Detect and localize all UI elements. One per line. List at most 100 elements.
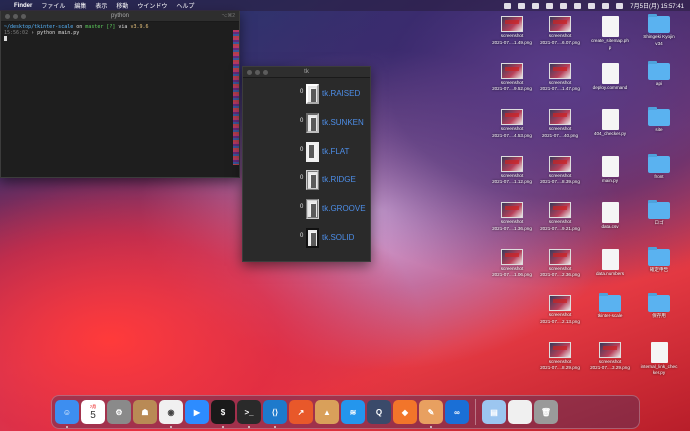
quicktime-icon[interactable]: Q	[367, 400, 391, 424]
desktop-icon[interactable]: screenshot 2021-07....8.39.png	[537, 155, 583, 185]
trash-icon[interactable]: 🗑	[534, 400, 558, 424]
menu-view[interactable]: 表示	[95, 1, 107, 10]
terminal-output[interactable]: ~/desktop/tkinter-scale on master [?] vi…	[1, 22, 239, 178]
desktop-icon[interactable]: screenshot 2021-07....9.21.png	[537, 202, 583, 231]
desktop-icon[interactable]: screenshot 2021-07....1.06.png	[489, 248, 535, 278]
desktop-icon[interactable]: create_sitemap.ph p	[587, 16, 633, 50]
desktop-icon[interactable]: 404_checker.py	[587, 109, 633, 137]
terminal-icon[interactable]: >_	[237, 400, 261, 428]
chrome-icon[interactable]: ◉	[159, 400, 183, 428]
iterm-icon[interactable]: $	[211, 400, 235, 428]
desktop-icon[interactable]: screenshot 2021-07....4.53.png	[489, 109, 535, 138]
desktop-icon[interactable]: data.csv	[587, 202, 633, 230]
close-button[interactable]	[5, 13, 10, 19]
desktop-icon[interactable]: screenshot 2021-07....2.13.png	[537, 295, 583, 324]
status-icon-2[interactable]	[518, 2, 526, 9]
system-preferences-icon[interactable]: ⚙	[107, 400, 131, 424]
menu-go[interactable]: 移動	[116, 1, 128, 10]
terminal-titlebar[interactable]: python ⌥⌘2	[1, 11, 239, 22]
wifi-icon[interactable]	[588, 2, 596, 9]
scale-slider-handle[interactable]	[311, 89, 316, 102]
menu-edit[interactable]: 編集	[74, 1, 86, 10]
pages-icon[interactable]: ✎	[419, 400, 443, 428]
document-icon[interactable]	[508, 400, 532, 424]
sourcetree-icon[interactable]: ◆	[393, 400, 417, 424]
search-icon[interactable]	[602, 2, 610, 9]
finder-icon[interactable]: ☺	[55, 400, 79, 428]
tk-titlebar[interactable]: tk	[243, 67, 370, 78]
docker-icon[interactable]: ≋	[341, 400, 365, 424]
desktop-icon[interactable]: data.numbers	[587, 248, 633, 277]
scale-slider-handle[interactable]	[309, 145, 314, 158]
activity-icon[interactable]: ↗	[289, 400, 313, 424]
desktop-icon[interactable]: screenshot 2021-07....2.36.png	[537, 248, 583, 278]
scale-solid[interactable]	[306, 228, 319, 248]
menu-window[interactable]: ウインドウ	[137, 1, 167, 10]
scale-flat[interactable]	[306, 142, 319, 162]
status-icon-1[interactable]	[504, 2, 512, 9]
scale-slider-handle[interactable]	[311, 233, 316, 246]
desktop-icon[interactable]: screenshot 2021-07....1.47.png	[537, 62, 583, 92]
desktop-icon[interactable]: 保存用	[636, 293, 682, 319]
desktop-icon[interactable]: front	[636, 153, 682, 180]
desktop-icon-label-line2: 2021-07....1.36.png	[492, 225, 532, 231]
contacts-icon[interactable]: ☗	[133, 400, 157, 424]
desktop-icon[interactable]: main.py	[587, 155, 633, 184]
preview-icon[interactable]: ▤	[482, 400, 506, 424]
desktop-icon[interactable]: internal_link_chec ker.py	[636, 341, 682, 376]
minimize-button[interactable]	[255, 69, 260, 75]
desktop-icon[interactable]: site	[636, 107, 682, 133]
menu-help[interactable]: ヘルプ	[176, 1, 194, 10]
remote-desktop-icon[interactable]: ∞	[445, 400, 469, 424]
zoom-button[interactable]	[21, 13, 26, 19]
desktop-icon[interactable]: screenshot 2021-07....1.49.png	[489, 16, 535, 45]
scale-slider-handle[interactable]	[311, 175, 316, 188]
desktop-icon[interactable]: screenshot 2021-07....40.png	[537, 109, 583, 138]
desktop-icon-label: screenshot	[548, 172, 572, 178]
minimize-button[interactable]	[13, 13, 18, 19]
calendar-icon[interactable]: 7月 5	[81, 400, 105, 424]
status-icon-3[interactable]	[532, 2, 540, 9]
desktop-icon[interactable]: screenshot 2021-07....3.29.png	[587, 341, 633, 371]
scale-slider-handle[interactable]	[311, 118, 316, 131]
desktop-icon[interactable]: Shingeki Kyojin v34	[636, 14, 682, 46]
control-center-icon[interactable]	[616, 2, 624, 9]
desktop-icon-label-line2: 2021-07....8.39.png	[540, 179, 580, 184]
image-thumbnail-icon	[549, 62, 571, 79]
battery-icon[interactable]	[574, 2, 582, 9]
desktop-icon-label-line2: ker.py	[652, 370, 666, 375]
scale-groove[interactable]	[306, 199, 319, 219]
zoom-icon[interactable]: ▶	[185, 400, 209, 424]
close-button[interactable]	[247, 69, 252, 75]
desktop-icon[interactable]: tkinter-scale	[587, 293, 633, 319]
desktop-icon[interactable]: ロゴ	[636, 200, 682, 226]
terminal-scrollbar[interactable]	[233, 30, 239, 165]
app-menu-finder[interactable]: Finder	[14, 3, 32, 9]
menu-file[interactable]: ファイル	[41, 1, 65, 10]
desktop-icon[interactable]: screenshot 2021-07....8.29.png	[537, 341, 583, 371]
transmit-icon[interactable]: ▲	[315, 400, 339, 424]
status-icon-4[interactable]	[546, 2, 554, 9]
running-indicator	[170, 426, 172, 428]
desktop-icon-label: screenshot	[500, 219, 524, 224]
desktop-icon[interactable]: screenshot 2021-07....1.36.png	[489, 202, 535, 231]
desktop-icon[interactable]: deploy.command	[587, 62, 633, 91]
scale-ridge[interactable]	[306, 170, 319, 190]
scale-slider-handle[interactable]	[311, 204, 316, 217]
vscode-icon[interactable]: ⟨⟩	[263, 400, 287, 428]
scale-raised[interactable]	[306, 84, 319, 104]
desktop-icon[interactable]: api	[636, 60, 682, 87]
desktop-icon-label: site	[655, 127, 663, 132]
zoom-button[interactable]	[263, 69, 268, 75]
desktop-icon[interactable]: screenshot 2021-07....9.52.png	[489, 62, 535, 92]
desktop-icon[interactable]: 確定申告	[636, 246, 682, 273]
terminal-shortcut: ⌥⌘2	[221, 13, 235, 19]
menu-bar: Finder ファイル 編集 表示 移動 ウインドウ ヘルプ 7月5日(月) 1…	[0, 0, 690, 11]
folder-icon	[648, 246, 670, 266]
desktop-icon[interactable]: screenshot 2021-07....1.12.png	[489, 155, 535, 185]
desktop-icon[interactable]: screenshot 2021-07....6.07.png	[537, 16, 583, 45]
menu-clock[interactable]: 7月5日(月) 15:57:41	[630, 1, 684, 10]
bluetooth-icon[interactable]	[560, 2, 568, 9]
folder-icon	[648, 293, 670, 312]
scale-sunken[interactable]	[306, 113, 319, 133]
